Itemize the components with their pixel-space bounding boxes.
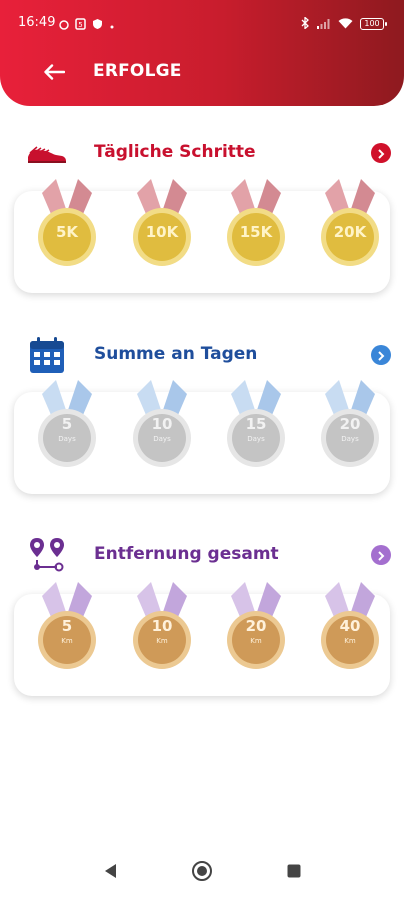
medal-steps-20k[interactable]: 20K	[317, 171, 383, 283]
days-medal-card: 5 Days 10 Days 15 Days 20 Days	[14, 380, 390, 494]
circle-home-icon	[191, 860, 213, 886]
status-system-icons: 100	[301, 14, 387, 33]
medal-label: 15K	[239, 223, 273, 241]
medal-unit: Days	[247, 435, 265, 443]
distance-more-button[interactable]	[371, 545, 391, 565]
calendar-icon	[26, 335, 68, 375]
medal-unit: Days	[58, 435, 76, 443]
steps-more-button[interactable]	[371, 143, 391, 163]
battery-indicator: 100	[360, 17, 387, 30]
medal-distance-20[interactable]: 20 Km	[223, 574, 289, 686]
medal-label: 10K	[145, 223, 179, 241]
section-total-distance[interactable]: Entfernung gesamt	[0, 535, 404, 575]
medal-days-20[interactable]: 20 Days	[317, 372, 383, 484]
svg-text:5: 5	[78, 21, 82, 29]
system-navigation-bar	[0, 846, 404, 900]
medal-unit: Km	[250, 637, 262, 645]
medal-label: 40	[339, 617, 361, 635]
medal-days-5[interactable]: 5 Days	[34, 372, 100, 484]
circle-notification-icon	[59, 15, 69, 34]
square-recents-icon	[286, 863, 302, 883]
route-icon	[26, 535, 68, 575]
medal-label: 5	[61, 415, 73, 433]
triangle-back-icon	[102, 862, 118, 884]
medal-label: 20	[245, 617, 267, 635]
medal-steps-15k[interactable]: 15K	[223, 171, 289, 283]
nav-home-button[interactable]	[187, 858, 217, 888]
medal-label: 5	[61, 617, 73, 635]
bluetooth-icon	[301, 14, 310, 33]
medal-label: 20K	[333, 223, 367, 241]
medal-unit: Days	[153, 435, 171, 443]
medal-unit: Km	[156, 637, 168, 645]
dot-notification-icon	[109, 15, 115, 34]
medal-label: 10	[151, 617, 173, 635]
medal-unit: Days	[341, 435, 359, 443]
medal-label: 20	[339, 415, 361, 433]
back-button[interactable]	[40, 60, 68, 88]
medal-distance-10[interactable]: 10 Km	[129, 574, 195, 686]
medal-steps-5k[interactable]: 5K	[34, 171, 100, 283]
page-title: ERFOLGE	[93, 61, 182, 81]
medal-days-10[interactable]: 10 Days	[129, 372, 195, 484]
chevron-right-icon	[377, 346, 385, 365]
medal-distance-40[interactable]: 40 Km	[317, 574, 383, 686]
section-title-steps: Tägliche Schritte	[94, 142, 256, 162]
status-notifications: 5	[59, 15, 115, 34]
section-title-days: Summe an Tagen	[94, 344, 258, 364]
arrow-left-icon	[43, 64, 66, 84]
medal-label: 15	[245, 415, 267, 433]
chevron-right-icon	[377, 144, 385, 163]
medal-steps-10k[interactable]: 10K	[129, 171, 195, 283]
status-bar: 16:49 5 100	[0, 0, 404, 44]
section-total-days[interactable]: Summe an Tagen	[0, 335, 404, 375]
wifi-icon	[338, 14, 353, 33]
medal-label: 10	[151, 415, 173, 433]
section-title-distance: Entfernung gesamt	[94, 544, 279, 564]
nav-recents-button[interactable]	[279, 858, 309, 888]
medal-unit: Km	[344, 637, 356, 645]
status-time: 16:49	[18, 15, 56, 30]
section-daily-steps[interactable]: Tägliche Schritte	[0, 133, 404, 173]
app-notification-icon: 5	[75, 15, 86, 34]
distance-medal-card: 5 Km 10 Km 20 Km 40 Km	[14, 582, 390, 696]
steps-medal-card: 5K 10K 15K 20K	[14, 179, 390, 293]
shield-notification-icon	[92, 15, 103, 34]
shoe-icon	[26, 133, 68, 173]
medal-label: 5K	[55, 223, 79, 241]
nav-back-button[interactable]	[95, 858, 125, 888]
app-header: 16:49 5 100 ERFOLGE	[0, 0, 404, 106]
days-more-button[interactable]	[371, 345, 391, 365]
signal-icon	[317, 14, 331, 33]
chevron-right-icon	[377, 546, 385, 565]
medal-distance-5[interactable]: 5 Km	[34, 574, 100, 686]
medal-days-15[interactable]: 15 Days	[223, 372, 289, 484]
medal-unit: Km	[61, 637, 73, 645]
